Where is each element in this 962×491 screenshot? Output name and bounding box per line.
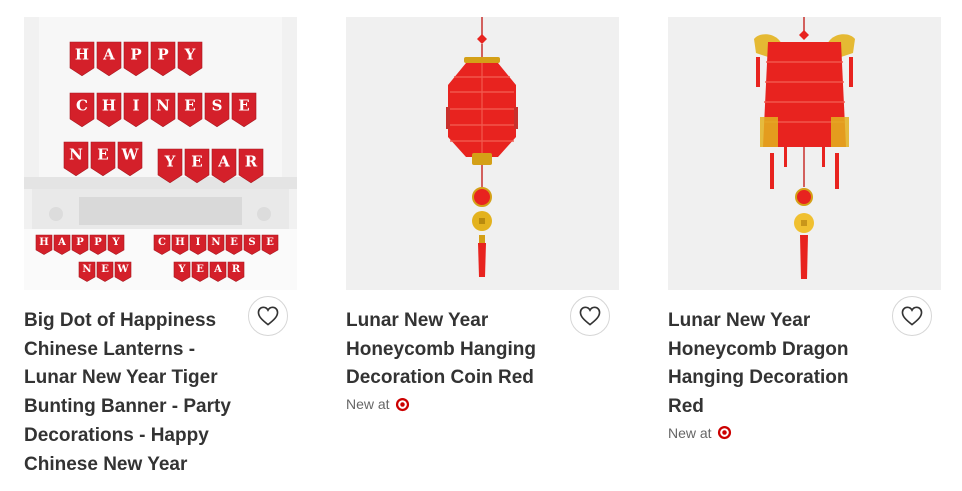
banner-letter: P <box>130 46 141 64</box>
banner-letter: E <box>184 97 195 115</box>
banner-flag: Y <box>107 234 125 255</box>
product-grid: HAPPYCHINESENEWYEARHAPPYCHINESENEWYEAR B… <box>0 0 962 491</box>
banner-letter: H <box>175 237 184 248</box>
banner-letter: Y <box>177 264 186 275</box>
product-image-bunting-banner[interactable]: HAPPYCHINESENEWYEARHAPPYCHINESENEWYEAR <box>24 17 297 290</box>
banner-flag: H <box>171 234 189 255</box>
banner-flag: C <box>153 234 171 255</box>
banner-letter: S <box>212 97 223 115</box>
banner-letter: N <box>82 264 91 275</box>
banner-flag: A <box>209 261 227 282</box>
banner-flag: R <box>227 261 245 282</box>
banner-letter: A <box>57 237 66 248</box>
banner-letter: P <box>76 237 84 248</box>
banner-letter: N <box>211 237 220 248</box>
banner-flag: E <box>191 261 209 282</box>
dragon-lantern-illustration <box>754 17 855 279</box>
banner-flag: E <box>261 234 279 255</box>
banner-letter: P <box>94 237 102 248</box>
banner-letter: E <box>101 264 109 275</box>
target-logo-icon <box>717 426 731 440</box>
banner-flag: N <box>207 234 225 255</box>
bunting-banner-illustration: H A P P YC H I N E S EN E W Y E A RH A P P Y C H I N E S EN E W Y E A R <box>24 17 297 290</box>
banner-letter: E <box>191 153 202 171</box>
banner-flag: N <box>78 261 96 282</box>
product-image-dragon-lantern[interactable] <box>668 17 941 290</box>
banner-flag: P <box>71 234 89 255</box>
banner-letter: E <box>97 146 108 164</box>
banner-letter: H <box>39 237 48 248</box>
banner-letter: H <box>102 97 116 115</box>
product-card: Lunar New Year Honeycomb Dragon Hanging … <box>668 17 941 441</box>
banner-flag: P <box>89 234 107 255</box>
new-at-label: New at <box>668 424 712 441</box>
new-at-target: New at <box>668 425 941 441</box>
banner-letter: Y <box>184 46 196 64</box>
banner-letter: Y <box>164 153 176 171</box>
banner-letter: Y <box>111 237 120 248</box>
target-logo-icon <box>395 397 409 411</box>
banner-letter: N <box>156 97 170 115</box>
banner-letter: R <box>245 153 258 171</box>
banner-flag: A <box>53 234 71 255</box>
banner-flag: W <box>114 261 132 282</box>
banner-letter: I <box>132 97 139 115</box>
banner-flag: E <box>225 234 243 255</box>
banner-letter: E <box>238 97 249 115</box>
banner-flag: Y <box>173 261 191 282</box>
banner-letter: R <box>232 264 241 275</box>
banner-letter: S <box>248 237 255 248</box>
heart-icon <box>901 306 923 326</box>
banner-letter: W <box>116 264 129 275</box>
honeycomb-lantern-illustration <box>446 17 518 277</box>
product-title[interactable]: Big Dot of Happiness Chinese Lanterns - … <box>24 307 236 479</box>
banner-letter: W <box>121 146 140 164</box>
banner-letter: E <box>230 237 238 248</box>
product-title[interactable]: Lunar New Year Honeycomb Hanging Decorat… <box>346 307 558 393</box>
banner-letter: E <box>266 237 274 248</box>
heart-icon <box>257 306 279 326</box>
banner-letter: E <box>196 264 204 275</box>
heart-icon <box>579 306 601 326</box>
new-at-target: New at <box>346 396 619 412</box>
banner-flag: H <box>35 234 53 255</box>
banner-flag: S <box>243 234 261 255</box>
favorite-button[interactable] <box>248 296 288 336</box>
banner-letter: A <box>213 264 222 275</box>
favorite-button[interactable] <box>892 296 932 336</box>
banner-letter: N <box>69 146 83 164</box>
banner-letter: I <box>196 237 201 248</box>
product-title[interactable]: Lunar New Year Honeycomb Dragon Hanging … <box>668 307 880 422</box>
product-card: Lunar New Year Honeycomb Hanging Decorat… <box>346 17 619 412</box>
banner-letter: A <box>102 46 115 64</box>
banner-flag: E <box>96 261 114 282</box>
banner-flag: I <box>189 234 207 255</box>
banner-letter: C <box>158 237 166 248</box>
banner-letter: H <box>75 46 89 64</box>
new-at-label: New at <box>346 396 390 413</box>
product-image-honeycomb-lantern[interactable] <box>346 17 619 290</box>
banner-letter: A <box>217 153 230 171</box>
banner-letter: C <box>76 97 88 115</box>
product-card: HAPPYCHINESENEWYEARHAPPYCHINESENEWYEAR B… <box>24 17 297 479</box>
favorite-button[interactable] <box>570 296 610 336</box>
banner-letter: P <box>157 46 168 64</box>
